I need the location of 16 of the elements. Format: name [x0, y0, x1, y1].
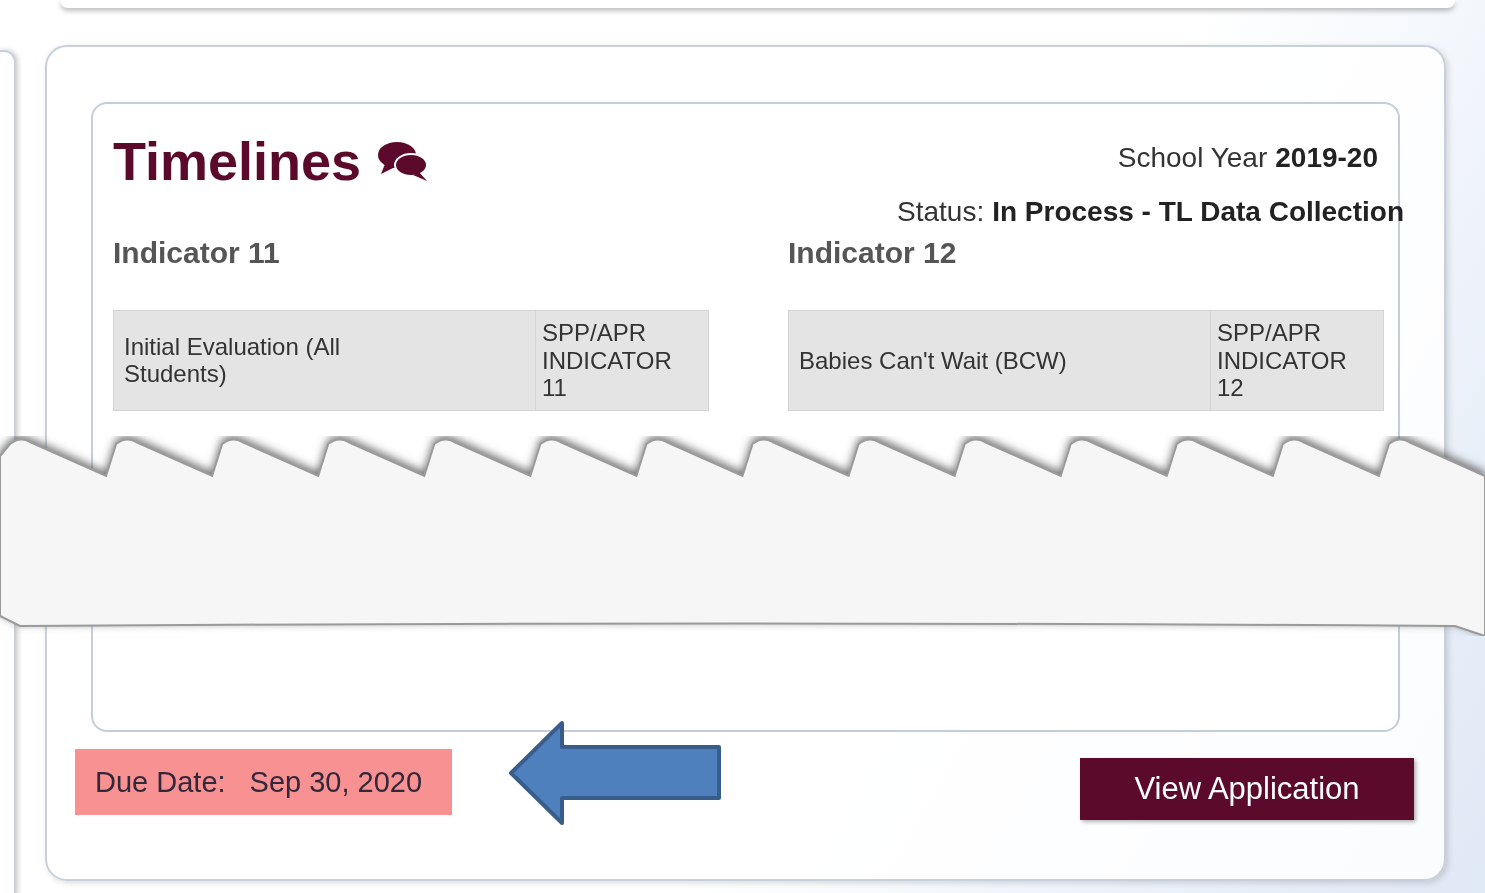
- indicator-title: Indicator 11: [113, 236, 281, 270]
- due-date-value: Sep 30, 2020: [249, 765, 423, 799]
- indicator-title: Indicator 12: [788, 236, 958, 270]
- left-arrow-icon: [508, 720, 723, 826]
- status-label: Status:: [897, 196, 985, 227]
- column-header: Babies Can't Wait (BCW): [788, 310, 1211, 411]
- column-header: Initial Evaluation (All Students): [113, 310, 536, 411]
- view-application-button[interactable]: View Application: [1080, 758, 1414, 820]
- column-header: SPP/APR INDICATOR 11: [535, 310, 709, 411]
- chat-icon[interactable]: [377, 140, 430, 182]
- due-date-label: Due Date:: [95, 765, 226, 799]
- section-title: Timelines: [113, 130, 362, 192]
- column-header: SPP/APR INDICATOR 12: [1210, 310, 1384, 411]
- school-year-label: School Year: [1117, 142, 1268, 173]
- status-value: In Process - TL Data Collection: [992, 196, 1404, 227]
- school-year-value: 2019-20: [1275, 142, 1378, 173]
